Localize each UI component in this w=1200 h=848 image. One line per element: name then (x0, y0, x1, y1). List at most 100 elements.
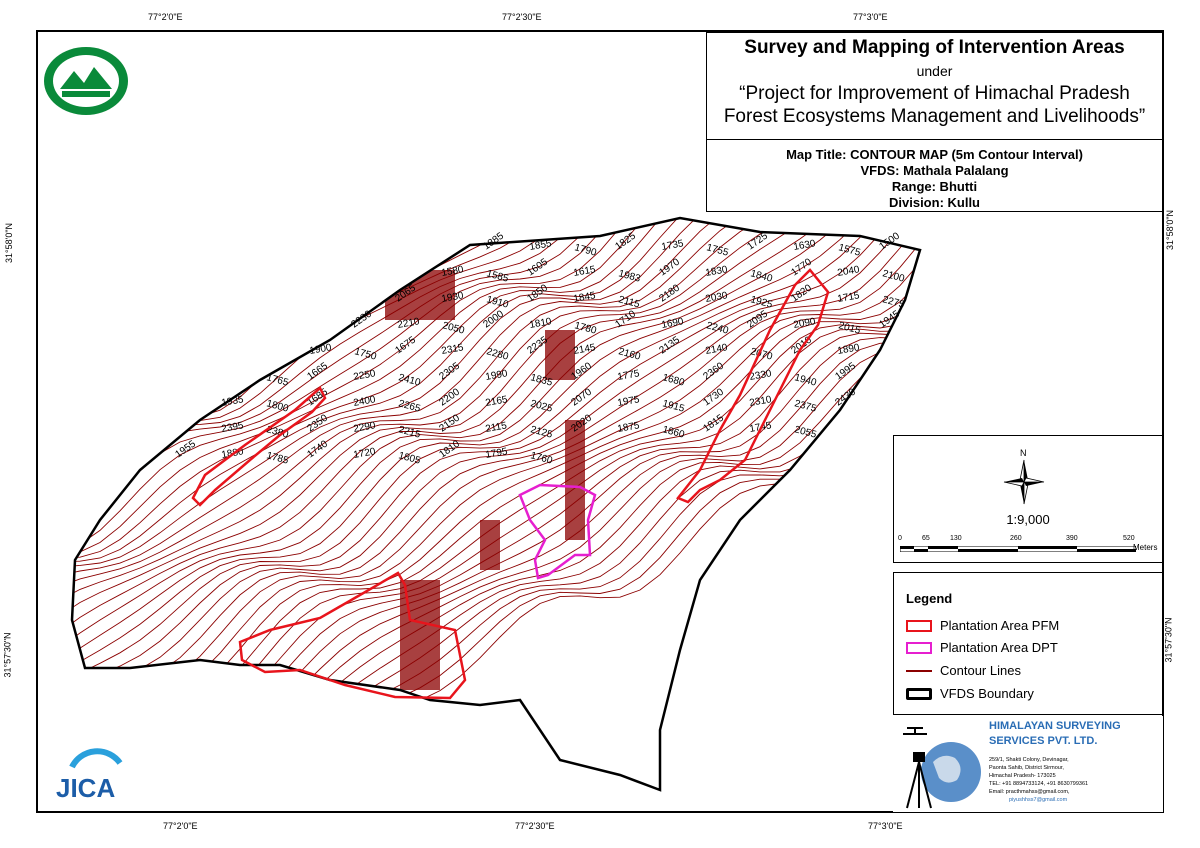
address-line-1: 259/1, Shakti Colony, Devinagar, (989, 757, 1069, 763)
contour-label: 2375 (793, 398, 818, 414)
contour-label: 2145 (573, 342, 597, 357)
legend-label-pfm: Plantation Area PFM (940, 618, 1060, 633)
north-label: N (1020, 448, 1027, 458)
contour-label: 2310 (749, 394, 773, 409)
contour-label: 2140 (705, 342, 729, 357)
scale-box: N 1:9,000 0 65 130 260 390 520 Meters (893, 435, 1163, 563)
contour-label: 2360 (701, 360, 726, 382)
scale-tick-390: 390 (1066, 535, 1078, 542)
contour-label: 1710 (613, 308, 638, 330)
scale-ratio: 1:9,000 (1006, 512, 1050, 527)
scale-tick-260: 260 (1010, 535, 1022, 542)
legend-label-boundary: VFDS Boundary (940, 686, 1034, 701)
project-line-2: Forest Ecosystems Management and Livelih… (723, 106, 1146, 127)
contour-label: 2000 (481, 308, 506, 330)
contour-label: 2250 (353, 368, 377, 383)
contour-label: 1890 (837, 342, 861, 357)
address-line-3: Himachal Pradesh- 173025 (989, 773, 1056, 779)
contour-label: 1860 (661, 424, 686, 440)
contour-line (72, 374, 920, 790)
contour-label: 2165 (485, 394, 509, 409)
contour-label: 1975 (617, 394, 641, 409)
legend-item-contour: Contour Lines (906, 663, 1021, 678)
survey-logo-icon (903, 727, 981, 809)
contour-label: 1810 (529, 316, 553, 331)
contour-label: 2315 (441, 342, 465, 357)
jica-logo: JICA (52, 745, 124, 805)
contour-label: 1850 (525, 282, 550, 304)
contour-label: 2115 (485, 420, 509, 435)
company-box: HIMALAYAN SURVEYING SERVICES PVT. LTD. 2… (893, 716, 1163, 812)
contour-label: 2055 (793, 424, 818, 440)
contour-label: 2290 (353, 420, 377, 435)
legend-item-pfm: Plantation Area PFM (906, 618, 1059, 633)
scale-tick-0: 0 (898, 535, 902, 542)
contour-line (72, 253, 920, 771)
contour-label: 2015 (837, 320, 862, 336)
contour-label: 2160 (617, 346, 642, 362)
contour-label: 2135 (657, 334, 682, 356)
contour-label: 2150 (437, 412, 462, 434)
contour-label: 1615 (573, 264, 597, 279)
title-under: under (916, 63, 953, 79)
contour-line (72, 336, 920, 790)
contour-label: 2095 (745, 308, 770, 330)
address-line-2: Paonta Sahib, District Sirmour, (989, 765, 1064, 771)
legend-box: Legend Plantation Area PFM Plantation Ar… (893, 572, 1163, 715)
contour-label: 1795 (485, 446, 509, 461)
contour-label: 2215 (397, 424, 422, 440)
contour-label: 1725 (745, 230, 770, 252)
company-address: 259/1, Shakti Colony, Devinagar, Paonta … (989, 756, 1088, 804)
contour-label: 1995 (833, 360, 858, 382)
contour-label: 2070 (569, 386, 594, 408)
contour-label: 2350 (305, 412, 330, 434)
contour-label: 2395 (221, 420, 245, 435)
legend-item-boundary: VFDS Boundary (906, 686, 1034, 701)
contour-label: 2280 (485, 346, 510, 362)
contour-label: 1983 (617, 268, 642, 284)
contour-label: 1765 (265, 372, 290, 388)
contour-label: 1840 (749, 268, 774, 284)
contour-label: 1770 (789, 256, 814, 278)
scale-bar (900, 546, 1136, 552)
contour-label: 1715 (837, 290, 861, 305)
forest-department-logo (44, 47, 128, 115)
legend-swatch-pfm (906, 619, 932, 632)
contour-line (72, 363, 920, 790)
division-line: Division: Kullu (889, 195, 980, 210)
contour-label: 1955 (173, 438, 198, 460)
contour-label: 2050 (441, 320, 466, 336)
address-line-4: TEL: +91 8894733124, +91 8630799361 (989, 781, 1089, 787)
title-divider (707, 139, 1162, 140)
contour-label: 1580 (441, 264, 465, 279)
legend-swatch-boundary (906, 687, 932, 700)
dense-contour-zone (480, 520, 500, 570)
contour-label: 2410 (397, 372, 422, 388)
contour-label: 1665 (305, 360, 330, 382)
contour-label: 1990 (485, 368, 509, 383)
contour-label: 2025 (529, 398, 554, 414)
contour-label: 1970 (657, 256, 682, 278)
legend-item-dpt: Plantation Area DPT (906, 640, 1058, 655)
scale-tick-520: 520 (1123, 535, 1135, 542)
contour-label: 1825 (613, 230, 638, 252)
contour-label: 2100 (881, 268, 906, 284)
address-line-5: Email: practhmahss@gmail.com, (989, 789, 1070, 795)
legend-label-dpt: Plantation Area DPT (940, 640, 1058, 655)
contour-label: 1810 (437, 438, 462, 460)
contour-label: 1630 (793, 238, 817, 253)
project-line-1: “Project for Improvement of Himachal Pra… (739, 83, 1130, 104)
contour-label: 1730 (701, 386, 726, 408)
legend-swatch-dpt (906, 641, 932, 654)
north-arrow-icon (1003, 459, 1045, 505)
contour-label: 1915 (661, 398, 686, 414)
title-box: Survey and Mapping of Intervention Areas… (706, 32, 1163, 212)
contour-label: 1845 (573, 290, 597, 305)
contour-label: 2040 (837, 264, 861, 279)
contour-label: 1830 (705, 264, 729, 279)
contour-label: 1785 (265, 450, 290, 466)
contour-label: 1720 (353, 446, 377, 461)
contour-label: 1940 (793, 372, 818, 388)
legend-label-contour: Contour Lines (940, 663, 1021, 678)
address-line-6: piyushhss7@gmail.com (1009, 797, 1068, 803)
